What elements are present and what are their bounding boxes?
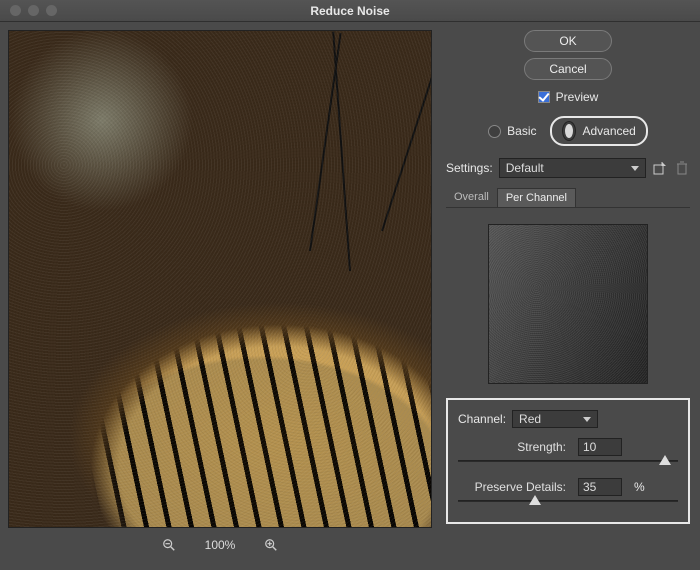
percent-unit: % (634, 480, 645, 494)
radio-icon (562, 121, 576, 141)
controls-pane: OK Cancel Preview Basic Advanced Setting… (440, 22, 700, 570)
strength-slider[interactable] (458, 454, 678, 468)
preserve-details-label: Preserve Details: (458, 480, 566, 494)
channel-select[interactable]: Red (512, 410, 598, 428)
mode-advanced-label: Advanced (582, 124, 635, 138)
window-controls (10, 5, 57, 16)
zoom-bar: 100% (8, 528, 432, 562)
mode-advanced-option[interactable]: Advanced (550, 116, 647, 146)
channel-controls: Channel: Red Strength: 10 Preserve (446, 398, 690, 524)
mode-basic-label: Basic (507, 124, 536, 138)
strength-label: Strength: (458, 440, 566, 454)
preview-pane: 100% (0, 22, 440, 570)
save-preset-icon[interactable] (652, 160, 668, 176)
radio-icon (488, 125, 501, 138)
minimize-window-icon[interactable] (28, 5, 39, 16)
preserve-details-slider[interactable] (458, 494, 678, 508)
tab-overall[interactable]: Overall (446, 188, 497, 207)
ok-button[interactable]: OK (524, 30, 612, 52)
channel-value: Red (519, 412, 541, 426)
channel-label: Channel: (458, 412, 506, 426)
settings-select[interactable]: Default (499, 158, 646, 178)
chevron-down-icon (631, 166, 639, 171)
zoom-out-icon[interactable] (161, 537, 177, 553)
settings-value: Default (506, 161, 544, 175)
zoom-level[interactable]: 100% (205, 538, 236, 552)
preview-label: Preview (556, 90, 599, 104)
zoom-in-icon[interactable] (263, 537, 279, 553)
trash-icon[interactable] (674, 160, 690, 176)
dialog-content: 100% OK Cancel Preview Basic Advanced Se… (0, 22, 700, 570)
settings-label: Settings: (446, 161, 493, 175)
channel-preview[interactable] (488, 224, 648, 384)
tab-per-channel[interactable]: Per Channel (497, 188, 576, 207)
chevron-down-icon (583, 417, 591, 422)
titlebar: Reduce Noise (0, 0, 700, 22)
preview-checkbox[interactable] (538, 91, 550, 103)
tabs: Overall Per Channel (446, 188, 690, 208)
zoom-window-icon[interactable] (46, 5, 57, 16)
window-title: Reduce Noise (310, 4, 389, 18)
close-window-icon[interactable] (10, 5, 21, 16)
preview-image[interactable] (8, 30, 432, 528)
cancel-button[interactable]: Cancel (524, 58, 612, 80)
mode-basic-option[interactable]: Basic (488, 124, 536, 138)
